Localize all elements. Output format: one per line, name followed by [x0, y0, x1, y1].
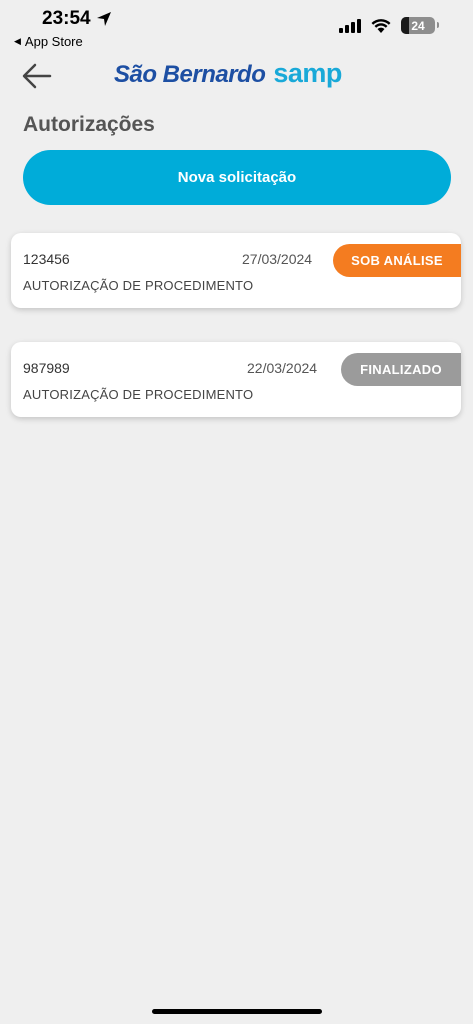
- authorization-date: 22/03/2024: [247, 360, 318, 376]
- status-badge: SOB ANÁLISE: [333, 244, 461, 277]
- authorization-card[interactable]: 987989 22/03/2024 AUTORIZAÇÃO DE PROCEDI…: [11, 342, 461, 417]
- brand-logo: São Bernardo samp: [114, 58, 342, 89]
- logo-sao-bernardo: São Bernardo: [114, 61, 266, 89]
- status-time: 23:54: [42, 8, 112, 30]
- logo-samp: samp: [273, 58, 342, 88]
- authorization-card[interactable]: 123456 27/03/2024 AUTORIZAÇÃO DE PROCEDI…: [11, 233, 461, 308]
- wifi-icon: [371, 19, 391, 33]
- cellular-signal-icon: [339, 18, 361, 33]
- battery-icon: 24: [401, 17, 439, 34]
- authorization-number: 123456: [23, 251, 70, 267]
- back-to-app-store[interactable]: ◀ App Store: [14, 34, 83, 49]
- new-request-button[interactable]: Nova solicitação: [23, 150, 451, 205]
- authorization-date: 27/03/2024: [242, 251, 313, 267]
- status-badge: FINALIZADO: [341, 353, 461, 386]
- authorization-number: 987989: [23, 360, 70, 376]
- back-to-app-store-label: App Store: [24, 34, 83, 49]
- status-bar: 23:54 ◀ App Store 24: [0, 0, 473, 50]
- app-header: São Bernardo samp: [0, 55, 473, 99]
- back-triangle-icon: ◀: [14, 36, 21, 46]
- time-label: 23:54: [42, 8, 91, 29]
- authorization-type: AUTORIZAÇÃO DE PROCEDIMENTO: [23, 278, 254, 293]
- authorization-type: AUTORIZAÇÃO DE PROCEDIMENTO: [23, 387, 254, 402]
- battery-level: 24: [411, 18, 425, 33]
- back-button[interactable]: [20, 61, 54, 91]
- home-indicator[interactable]: [152, 1009, 322, 1014]
- location-arrow-icon: [96, 12, 111, 26]
- page-title: Autorizações: [23, 113, 155, 136]
- logo-sao-bernardo-text: São Bernardo: [114, 61, 266, 88]
- battery-fill: [401, 17, 410, 34]
- arrow-left-icon: [22, 63, 52, 89]
- status-indicators: 24: [339, 17, 439, 34]
